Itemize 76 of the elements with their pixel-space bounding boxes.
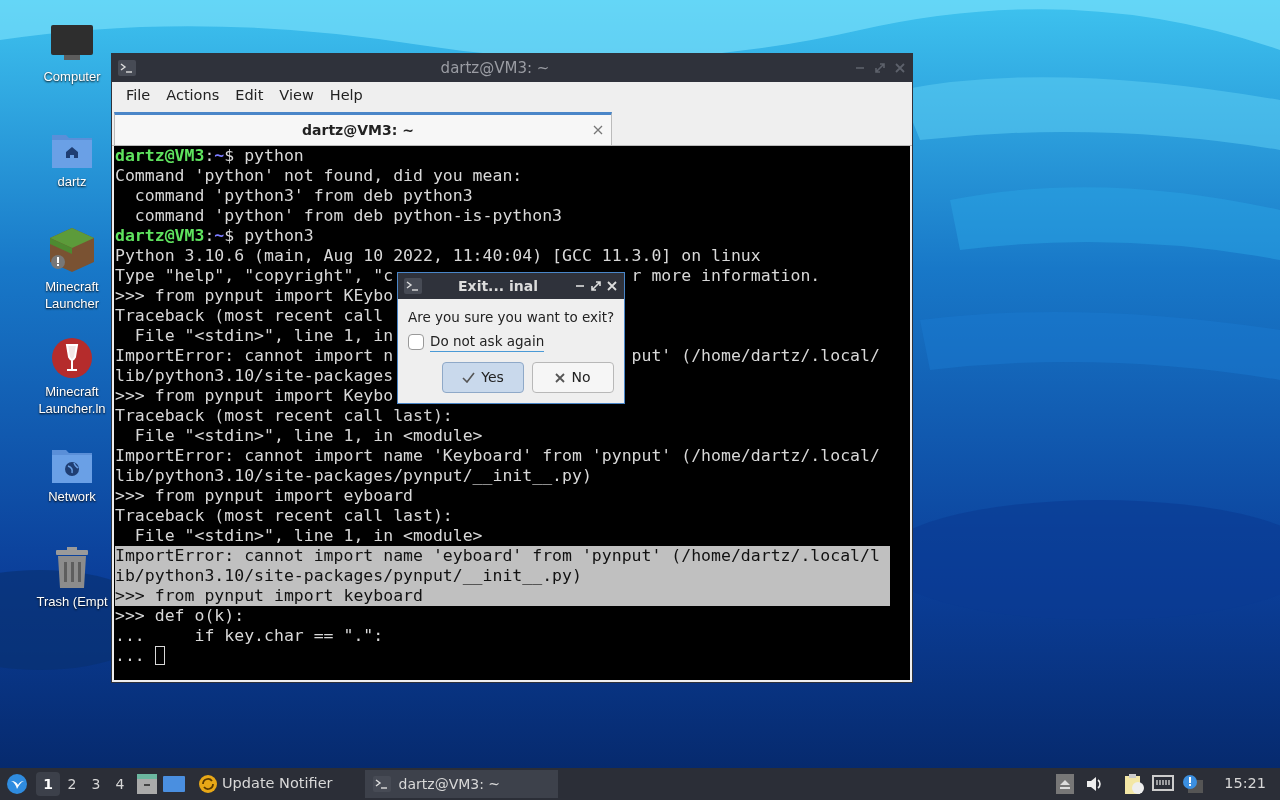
output-line: Type "help", "copyright", "c [115, 266, 394, 286]
yes-button[interactable]: Yes [442, 362, 524, 394]
output-line: >>> from pynput import Keybo [115, 386, 394, 406]
wine-glass-icon [51, 337, 93, 379]
network-icon[interactable] [1152, 775, 1175, 793]
output-line: File "<stdin>", line 1, in <module> [133, 526, 483, 546]
menu-item[interactable]: Help [321, 85, 371, 107]
no-button[interactable]: No [532, 362, 614, 394]
output-line: ImportError: cannot import name 'Keyboard' from 'pynput' (/home/dartz/.local/ [115, 446, 880, 466]
workspace-switch[interactable]: 3 [84, 772, 108, 796]
prompt-separator: : [204, 146, 215, 166]
output-line: ImportError: cannot import name 'eyboard' from 'pynput' (/home/dartz/.local/l [115, 546, 880, 566]
menu-item[interactable]: File [118, 85, 159, 107]
desktop-icon-label[interactable]: Minecraft Launcher [34, 278, 110, 312]
desktop-icon-label[interactable]: Minecraft Launcher.ln [34, 383, 110, 417]
command-text: $ python3 [224, 226, 314, 246]
output-line: >>> from pynput import keyboard [115, 586, 423, 606]
trash-icon [53, 547, 91, 589]
terminal-icon [372, 776, 391, 792]
terminal-icon [118, 60, 136, 76]
checkbox[interactable] [408, 333, 424, 350]
checkbox-label[interactable]: Do not ask again [430, 331, 545, 353]
window-title: dartz@VM3: ~ [439, 57, 551, 79]
file-cabinet-icon[interactable] [136, 774, 158, 794]
terminal-icon [404, 278, 422, 294]
input-line: ... [115, 646, 146, 666]
cross-icon [555, 372, 566, 383]
output-line: command 'python' from deb python-is-python3 [133, 206, 563, 226]
prompt-path: ~ [214, 146, 225, 166]
output-line: Traceback (most recent call last): [115, 506, 453, 526]
update-notifier-label[interactable]: Update Notifier [222, 773, 333, 795]
output-line: >>> def o(k): [115, 606, 245, 626]
workspace-switch[interactable]: 1 [36, 772, 60, 796]
window-icon[interactable] [162, 775, 186, 793]
checkmark-icon [462, 372, 476, 384]
dialog-message: Are you sure you want to exit? [408, 308, 614, 327]
output-line: lib/python3.10/site-packages [115, 366, 394, 386]
tab-label: dartz@VM3: ~ [301, 120, 415, 140]
output-line: lib/python3.10/site-packages/pynput/__init__.py) [115, 466, 592, 486]
output-line: ImportError: cannot import n [115, 346, 394, 366]
output-line: >>> from pynput import eyboard [115, 486, 413, 506]
output-line: ib/python3.10/site-packages/pynput/__init__.py) [115, 566, 582, 586]
output-line: Traceback (most recent call last): [115, 406, 453, 426]
clipboard-icon[interactable] [1124, 773, 1145, 795]
desktop-icon-label[interactable]: Trash (Empt [36, 593, 108, 610]
prompt-user: dartz@VM3 [115, 146, 205, 166]
workspace-switch[interactable]: 4 [108, 772, 132, 796]
output-line: command 'python3' from deb python3 [133, 186, 473, 206]
workspace-switch[interactable]: 2 [60, 772, 84, 796]
terminal-tab[interactable]: dartz@VM3: ~ [114, 112, 612, 145]
prompt-user: dartz@VM3 [115, 226, 205, 246]
start-menu-icon[interactable] [6, 773, 28, 795]
menu-item[interactable]: Edit [227, 85, 272, 107]
prompt-path: ~ [214, 226, 225, 246]
eject-icon[interactable] [1056, 774, 1075, 794]
output-line: >>> from pynput import KEybo [115, 286, 394, 306]
output-line: Python 3.10.6 (main, Aug 10 2022, 11:40:04) [GCC 11.3.0] on linux [115, 246, 761, 266]
desktop-icon-label[interactable]: Network [48, 488, 96, 505]
output-line: Command 'python' not found, did you mean: [115, 166, 523, 186]
dialog-title: Exit... inal [457, 276, 539, 296]
output-line: File "<stdin>", line 1, in <module> [133, 426, 483, 446]
output-line: File "<stdin>", line 1, in [133, 326, 394, 346]
close-icon[interactable] [593, 125, 603, 135]
output-line: r more information. [631, 266, 821, 286]
clock: 15:21 [1224, 774, 1266, 794]
output-line: ... if key.char == ".": [115, 626, 384, 646]
task-button[interactable]: dartz@VM3: ~ [364, 770, 558, 798]
output-line: put' (/home/dartz/.local/ [631, 346, 880, 366]
output-line: Traceback (most recent call [115, 306, 385, 326]
notification-icon[interactable] [1182, 774, 1205, 794]
update-icon[interactable] [198, 774, 218, 794]
grass-block-icon [48, 226, 96, 274]
command-text: $ python [224, 146, 304, 166]
prompt-separator: : [204, 226, 215, 246]
menu-item[interactable]: View [271, 85, 322, 107]
menu-item[interactable]: Actions [158, 85, 228, 107]
